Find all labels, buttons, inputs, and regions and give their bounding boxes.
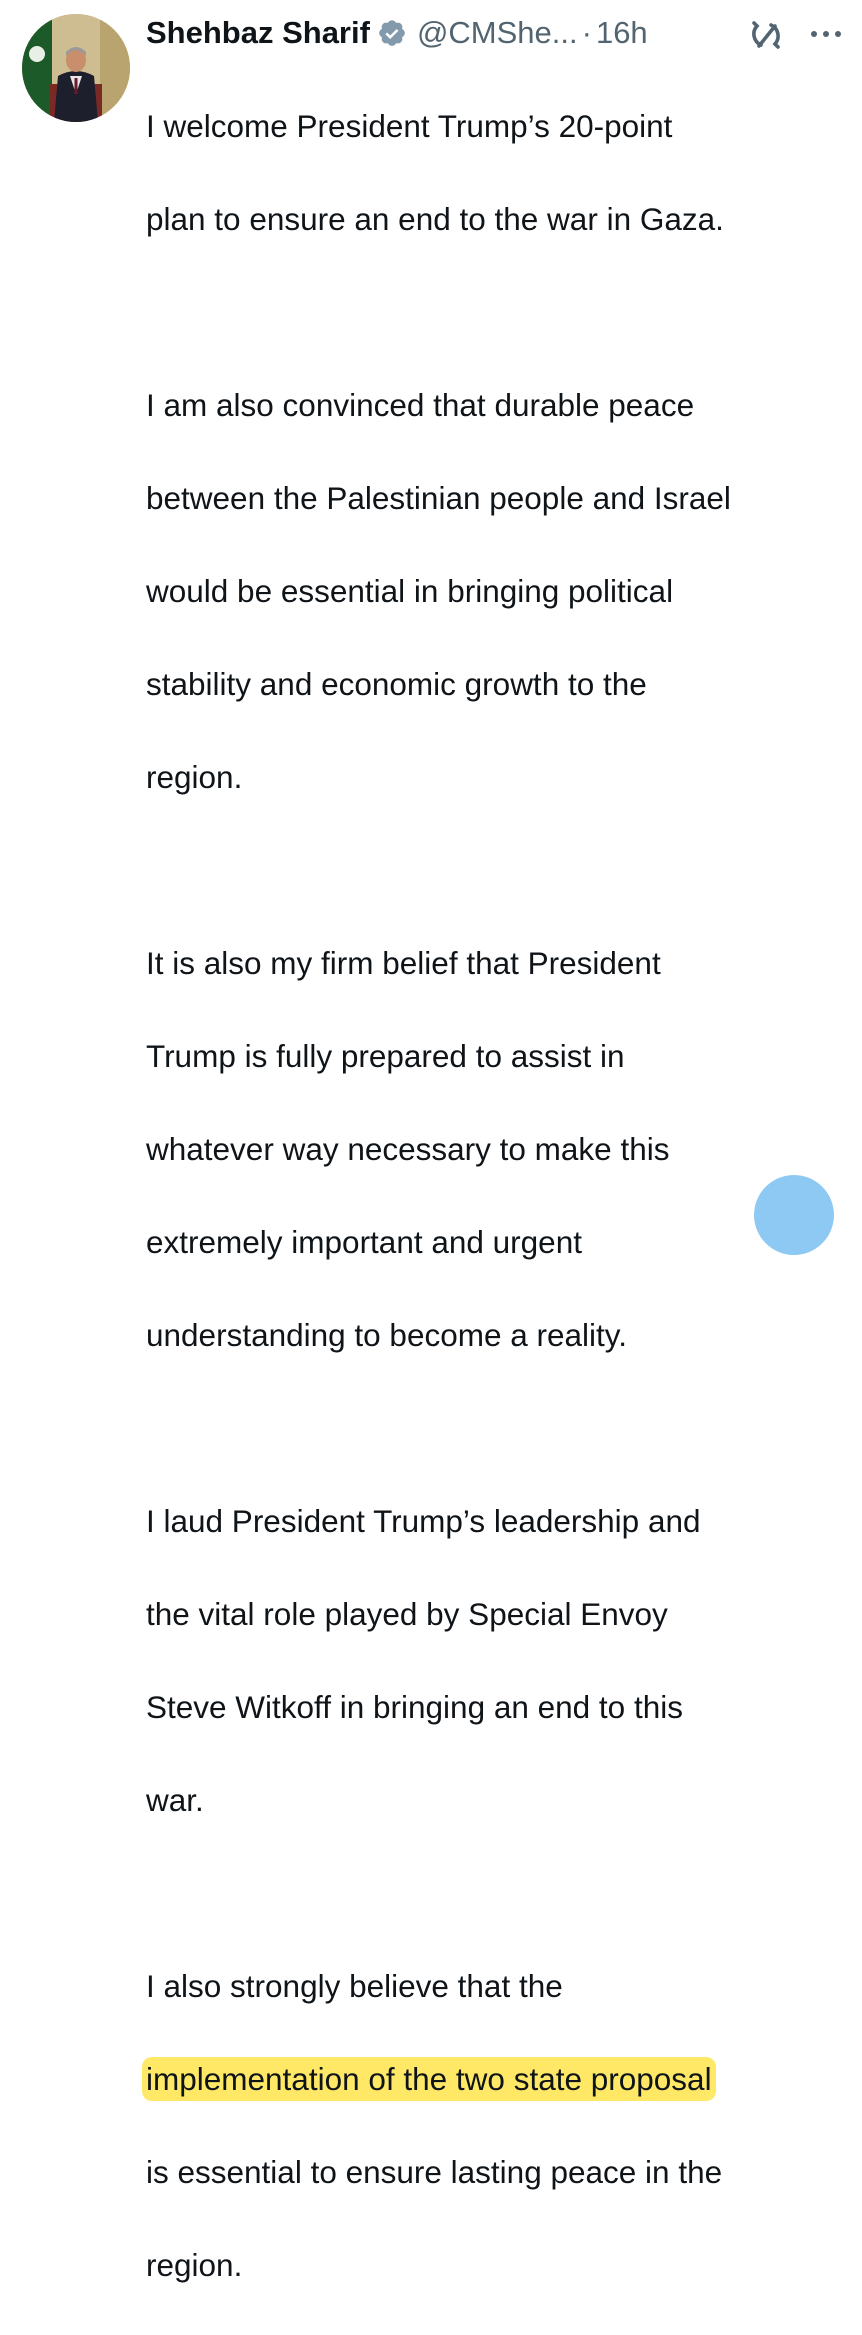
post-timestamp[interactable]: 16h	[596, 15, 648, 51]
author-name[interactable]: Shehbaz Sharif	[146, 15, 370, 51]
tweet-line: between the Palestinian people and Israe…	[146, 479, 731, 516]
tweet-paragraph: I laud President Trump’s leadership and …	[146, 1451, 846, 1870]
highlighted-text: implementation of the two state proposal	[146, 2060, 712, 2097]
tweet-line: I welcome President Trump’s 20-point	[146, 107, 673, 144]
compose-fab-button[interactable]	[754, 1175, 834, 1255]
tweet-line: I also strongly believe that the	[146, 1967, 563, 2004]
tweet-line: region.	[146, 2246, 243, 2283]
tweet-header: Shehbaz Sharif @CMShe... · 16h	[146, 10, 648, 56]
tweet-line: the vital role played by Special Envoy	[146, 1595, 668, 1632]
tweet-line: stability and economic growth to the	[146, 665, 647, 702]
tweet-line: war.	[146, 1781, 204, 1818]
author-handle[interactable]: @CMShe...	[417, 15, 578, 51]
avatar[interactable]	[22, 14, 130, 122]
verified-badge-icon	[377, 18, 407, 48]
more-options-icon[interactable]	[806, 24, 846, 44]
tweet-line-highlighted: implementation of the two state proposal	[146, 2056, 846, 2103]
tweet-line: Trump is fully prepared to assist in	[146, 1037, 625, 1074]
tweet-line: I am also convinced that durable peace	[146, 386, 695, 423]
tweet-line: plan to ensure an end to the war in Gaza…	[146, 200, 724, 237]
tweet-line: region.	[146, 758, 243, 795]
separator-dot: ·	[581, 15, 592, 50]
tweet-paragraph: I also strongly believe that the impleme…	[146, 1916, 846, 2335]
tweet-text: I welcome President Trump’s 20-point pla…	[146, 56, 846, 2335]
tweet-paragraph: It is also my firm belief that President…	[146, 893, 846, 1405]
tweet-line: would be essential in bringing political	[146, 572, 674, 609]
tweet-line: Steve Witkoff in bringing an end to this	[146, 1688, 683, 1725]
tweet-line: is essential to ensure lasting peace in …	[146, 2153, 723, 2190]
tweet-line: understanding to become a reality.	[146, 1316, 627, 1353]
tweet-line: It is also my firm belief that President	[146, 944, 661, 981]
tweet-line: extremely important and urgent	[146, 1223, 582, 1260]
tweet-paragraph: I am also convinced that durable peace b…	[146, 335, 846, 847]
tweet-line: whatever way necessary to make this	[146, 1130, 670, 1167]
tweet-paragraph: I welcome President Trump’s 20-point pla…	[146, 56, 846, 289]
tweet-line: I laud President Trump’s leadership and	[146, 1502, 701, 1539]
grok-icon[interactable]	[747, 16, 785, 54]
avatar-photo	[22, 14, 130, 122]
